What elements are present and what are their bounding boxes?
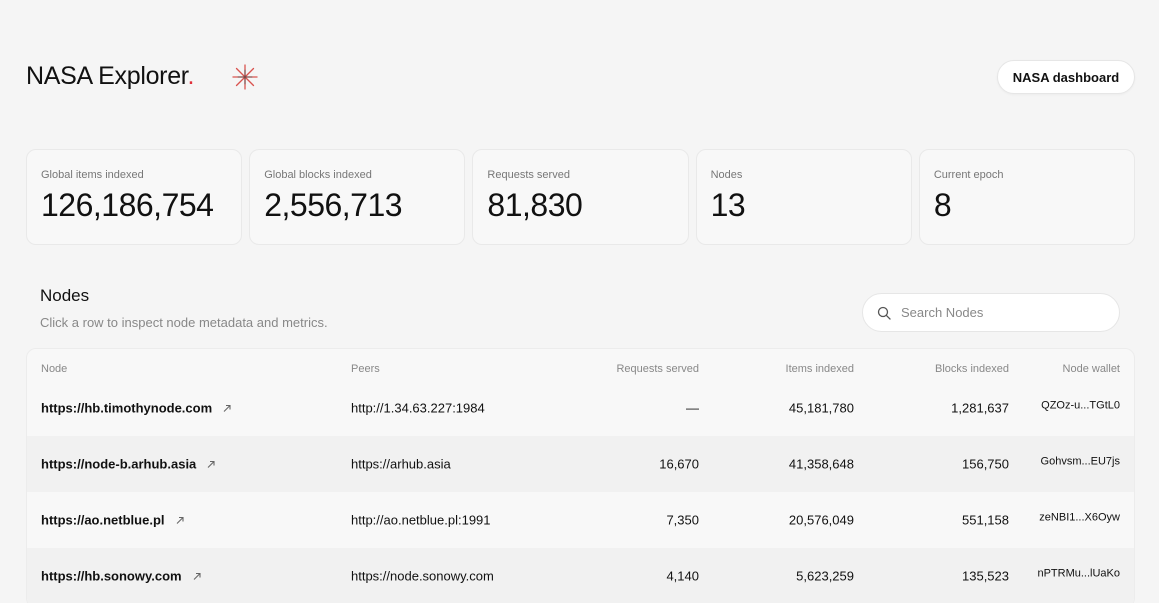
table-header: Node Peers Requests served Items indexed… <box>27 363 1134 381</box>
stat-card-items: Global items indexed 126,186,754 <box>26 149 243 245</box>
node-link[interactable]: https://hb.timothynode.com <box>41 401 232 416</box>
external-link-icon[interactable] <box>222 403 232 413</box>
items-value: 41,358,648 <box>788 456 854 472</box>
stat-label: Global blocks indexed <box>264 169 372 181</box>
wallet-value: zeNBI1...X6Oyw <box>1039 511 1120 524</box>
stat-card-blocks: Global blocks indexed 2,556,713 <box>249 149 466 245</box>
stat-value: 13 <box>710 187 746 223</box>
requests-value: 7,350 <box>666 512 699 528</box>
requests-value: 16,670 <box>659 456 699 472</box>
table-row[interactable]: https://hb.sonowy.com https://node.sonow… <box>27 548 1134 603</box>
column-header-node[interactable]: Node <box>41 363 67 375</box>
node-link[interactable]: https://node-b.arhub.asia <box>41 457 216 472</box>
brand-dot: . <box>187 62 195 90</box>
blocks-value: 135,523 <box>962 568 1009 584</box>
stat-card-epoch: Current epoch 8 <box>918 149 1136 245</box>
stat-value: 81,830 <box>487 187 583 223</box>
brand-title[interactable]: NASA Explorer. <box>26 62 194 91</box>
column-header-blocks[interactable]: Blocks indexed <box>935 363 1009 375</box>
stat-label: Current epoch <box>933 169 1004 181</box>
nodes-section-subtitle: Click a row to inspect node metadata and… <box>40 315 328 330</box>
table-row[interactable]: https://ao.netblue.pl http://ao.netblue.… <box>27 492 1134 548</box>
blocks-value: 1,281,637 <box>951 400 1009 416</box>
peers-value: http://ao.netblue.pl:1991 <box>351 512 491 528</box>
table-row[interactable]: https://hb.timothynode.com http://1.34.6… <box>27 380 1134 436</box>
items-value: 20,576,049 <box>788 512 854 528</box>
nodes-table: Node Peers Requests served Items indexed… <box>26 348 1135 603</box>
search-nodes-box[interactable] <box>862 293 1120 332</box>
brand-name: NASA Explorer <box>26 62 188 90</box>
peers-value: https://node.sonowy.com <box>351 568 494 584</box>
external-link-icon[interactable] <box>192 571 202 581</box>
node-url: https://node-b.arhub.asia <box>41 456 197 472</box>
node-url: https://hb.sonowy.com <box>41 568 182 584</box>
external-link-icon[interactable] <box>206 459 216 469</box>
wallet-value: QZOz-u...TGtL0 <box>1041 399 1120 412</box>
stat-card-nodes: Nodes 13 <box>695 149 912 245</box>
node-url: https://hb.timothynode.com <box>41 400 213 416</box>
node-url: https://ao.netblue.pl <box>41 512 165 528</box>
items-value: 5,623,259 <box>796 568 854 584</box>
items-value: 45,181,780 <box>788 400 854 416</box>
asterisk-logo-icon <box>232 64 258 90</box>
requests-value: 4,140 <box>666 568 699 584</box>
stat-value: 2,556,713 <box>264 187 403 223</box>
table-row[interactable]: https://node-b.arhub.asia https://arhub.… <box>27 436 1134 492</box>
nasa-dashboard-button[interactable]: NASA dashboard <box>997 60 1135 94</box>
search-icon <box>877 306 891 320</box>
nodes-section-title: Nodes <box>40 286 90 305</box>
stat-card-requests: Requests served 81,830 <box>472 149 689 245</box>
stat-value: 8 <box>933 187 952 223</box>
column-header-requests[interactable]: Requests served <box>616 363 699 375</box>
header: NASA Explorer. NASA dashboard <box>26 58 1135 98</box>
column-header-wallet[interactable]: Node wallet <box>1063 363 1120 375</box>
stat-label: Global items indexed <box>41 169 144 181</box>
external-link-icon[interactable] <box>175 515 185 525</box>
blocks-value: 551,158 <box>962 512 1009 528</box>
peers-value: http://1.34.63.227:1984 <box>351 400 485 416</box>
stats-row: Global items indexed 126,186,754 Global … <box>26 149 1136 245</box>
wallet-value: Gohvsm...EU7js <box>1040 455 1120 468</box>
requests-value: — <box>686 400 699 416</box>
blocks-value: 156,750 <box>962 456 1009 472</box>
node-link[interactable]: https://ao.netblue.pl <box>41 513 185 528</box>
wallet-value: nPTRMu...lUaKo <box>1037 567 1120 580</box>
node-link[interactable]: https://hb.sonowy.com <box>41 569 202 584</box>
stat-label: Requests served <box>487 169 570 181</box>
stat-label: Nodes <box>710 169 743 181</box>
stat-value: 126,186,754 <box>41 187 214 223</box>
search-nodes-input[interactable] <box>901 305 1101 320</box>
peers-value: https://arhub.asia <box>351 456 451 472</box>
column-header-peers[interactable]: Peers <box>351 363 380 375</box>
column-header-items[interactable]: Items indexed <box>786 363 854 375</box>
